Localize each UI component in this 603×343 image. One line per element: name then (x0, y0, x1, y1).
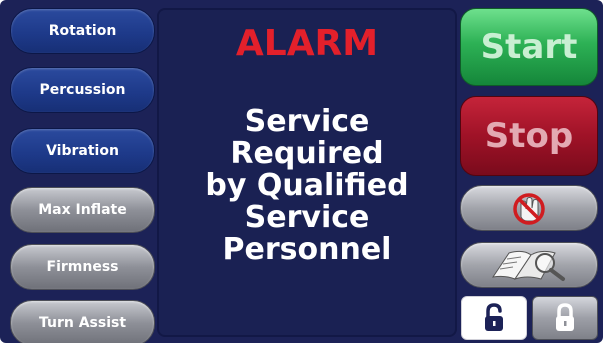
stop-label: Stop (484, 116, 574, 156)
alarm-message-line-2: by Qualified (205, 168, 409, 203)
max-inflate-label: Max Inflate (38, 202, 127, 218)
start-button[interactable]: Start (460, 8, 598, 86)
no-touch-icon (513, 193, 545, 225)
disable-touch-button[interactable] (460, 185, 598, 231)
alarm-message-line-3: Service Personnel (222, 200, 392, 267)
percussion-label: Percussion (39, 82, 126, 98)
manual-search-icon (491, 250, 565, 281)
percussion-button[interactable]: Percussion (10, 67, 155, 113)
lock-icon (556, 303, 574, 331)
alarm-message-line-1: Service Required (230, 104, 384, 171)
rotation-label: Rotation (48, 23, 117, 39)
vibration-label: Vibration (46, 143, 119, 159)
start-label: Start (480, 27, 578, 67)
firmness-button[interactable]: Firmness (10, 244, 155, 290)
vibration-button[interactable]: Vibration (10, 128, 155, 174)
lock-button[interactable] (532, 296, 598, 340)
turn-assist-label: Turn Assist (38, 315, 127, 331)
alarm-panel: ALARM Service Required by Qualified Serv… (157, 8, 457, 337)
manual-button[interactable] (460, 242, 598, 288)
control-screen: Rotation Percussion Vibration Max Inflat… (0, 0, 603, 343)
alarm-message: Service Required by Qualified Service Pe… (159, 106, 455, 266)
rotation-button[interactable]: Rotation (10, 8, 155, 54)
unlock-button[interactable] (461, 296, 527, 340)
firmness-label: Firmness (46, 259, 119, 275)
max-inflate-button[interactable]: Max Inflate (10, 187, 155, 233)
unlock-icon (485, 303, 503, 331)
stop-button[interactable]: Stop (460, 96, 598, 176)
turn-assist-button[interactable]: Turn Assist (10, 300, 155, 343)
alarm-title: ALARM (235, 23, 379, 64)
